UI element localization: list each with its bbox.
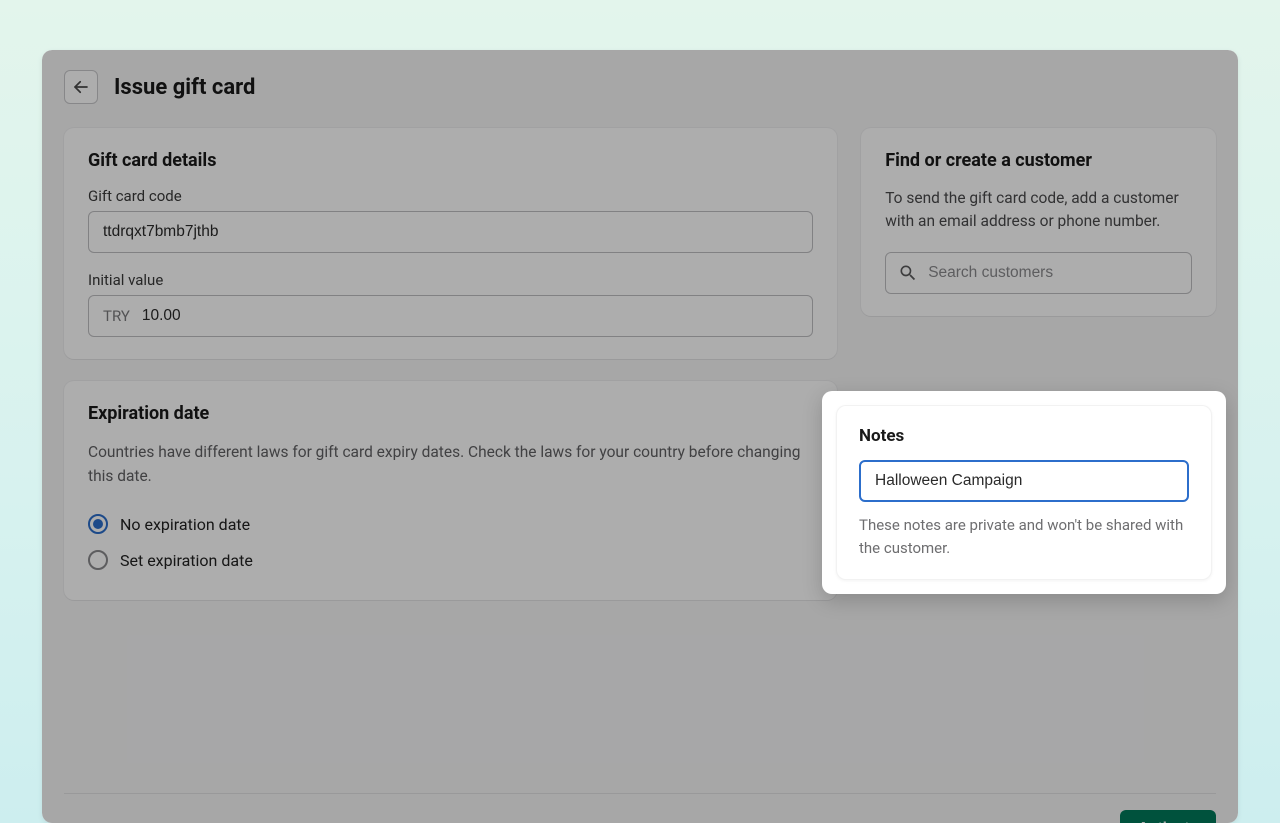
notes-input[interactable]: [859, 460, 1189, 502]
radio-set-expiration[interactable]: Set expiration date: [88, 542, 813, 578]
expiration-card: Expiration date Countries have different…: [64, 381, 837, 600]
radio-label-set-expiration: Set expiration date: [120, 551, 253, 570]
notes-card: Notes These notes are private and won't …: [836, 405, 1212, 580]
expiration-help: Countries have different laws for gift c…: [88, 440, 813, 488]
customer-search-input[interactable]: [928, 264, 1179, 282]
back-button[interactable]: [64, 70, 98, 104]
currency-prefix: TRY: [103, 307, 130, 325]
notes-heading: Notes: [859, 426, 1189, 446]
initial-value-label: Initial value: [88, 271, 813, 289]
gift-card-code-field: Gift card code: [88, 187, 813, 253]
app-frame: Issue gift card Gift card details Gift c…: [42, 50, 1238, 823]
activate-button[interactable]: Activate: [1120, 810, 1216, 823]
initial-value-input[interactable]: [142, 307, 798, 325]
left-column: Gift card details Gift card code Initial…: [64, 128, 837, 600]
notes-highlight-wrapper: Notes These notes are private and won't …: [822, 391, 1226, 594]
details-heading: Gift card details: [88, 150, 813, 171]
search-icon: [898, 263, 918, 283]
expiration-heading: Expiration date: [88, 403, 813, 424]
customer-help: To send the gift card code, add a custom…: [885, 187, 1192, 234]
initial-value-field: Initial value TRY: [88, 271, 813, 337]
initial-value-input-wrap[interactable]: TRY: [88, 295, 813, 337]
gift-card-code-input[interactable]: [88, 211, 813, 253]
radio-icon-checked: [88, 514, 108, 534]
customer-heading: Find or create a customer: [885, 150, 1192, 171]
radio-icon-unchecked: [88, 550, 108, 570]
page-header: Issue gift card: [64, 70, 1216, 104]
gift-card-details-card: Gift card details Gift card code Initial…: [64, 128, 837, 359]
customer-card: Find or create a customer To send the gi…: [861, 128, 1216, 316]
bottom-bar: Activate: [64, 793, 1216, 823]
page-title: Issue gift card: [114, 75, 255, 100]
notes-help: These notes are private and won't be sha…: [859, 514, 1189, 559]
gift-card-code-label: Gift card code: [88, 187, 813, 205]
arrow-left-icon: [72, 78, 90, 96]
radio-label-no-expiration: No expiration date: [120, 515, 250, 534]
customer-search[interactable]: [885, 252, 1192, 294]
radio-no-expiration[interactable]: No expiration date: [88, 506, 813, 542]
